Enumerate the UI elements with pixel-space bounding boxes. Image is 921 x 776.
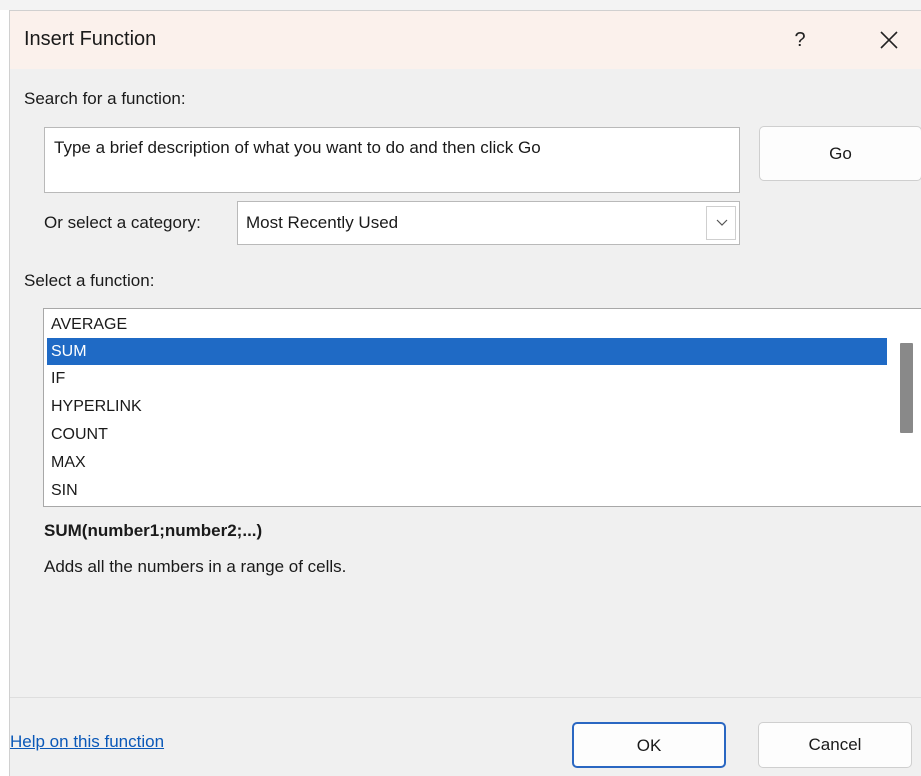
insert-function-dialog: Insert Function ? Search for a function:… (9, 10, 921, 776)
category-dropdown-button[interactable] (706, 206, 736, 240)
close-button[interactable] (871, 23, 907, 57)
function-item-sin[interactable]: SIN (47, 477, 887, 504)
ok-button[interactable]: OK (572, 722, 726, 768)
footer-divider (10, 697, 921, 698)
function-item-sum[interactable]: SUM (47, 338, 887, 365)
title-bar: Insert Function ? (10, 11, 921, 69)
category-label: Or select a category: (44, 213, 201, 232)
function-item-max[interactable]: MAX (47, 449, 887, 476)
function-item-hyperlink[interactable]: HYPERLINK (47, 393, 887, 420)
scrollbar-thumb[interactable] (900, 343, 913, 433)
cancel-button[interactable]: Cancel (758, 722, 912, 768)
function-item-average[interactable]: AVERAGE (47, 311, 887, 338)
chevron-down-icon (716, 219, 728, 226)
function-syntax: SUM(number1;number2;...) (44, 521, 263, 540)
close-icon (880, 31, 898, 49)
search-label: Search for a function: (24, 89, 186, 108)
help-button[interactable]: ? (783, 23, 817, 57)
help-on-function-link[interactable]: Help on this function (10, 732, 164, 752)
background-window-strip (0, 0, 921, 10)
search-input[interactable]: Type a brief description of what you wan… (44, 127, 740, 193)
function-item-count[interactable]: COUNT (47, 421, 887, 448)
function-description: Adds all the numbers in a range of cells… (44, 557, 347, 576)
dialog-title: Insert Function (24, 28, 157, 50)
category-select[interactable]: Most Recently Used (237, 201, 740, 245)
function-item-if[interactable]: IF (47, 365, 887, 392)
function-list-label: Select a function: (24, 271, 155, 290)
function-list-scrollbar[interactable] (891, 309, 921, 506)
go-button[interactable]: Go (759, 126, 921, 181)
category-value: Most Recently Used (246, 213, 399, 232)
function-list[interactable]: AVERAGE SUM IF HYPERLINK COUNT MAX SIN (43, 308, 921, 507)
